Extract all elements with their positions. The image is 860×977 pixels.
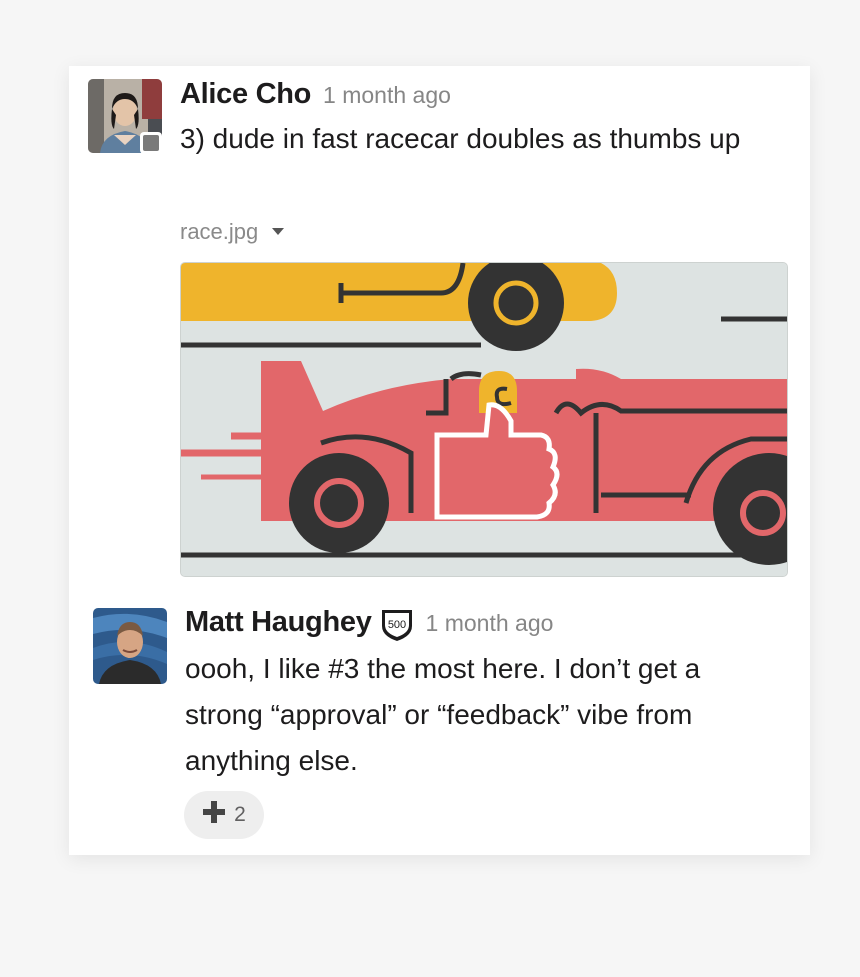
- author-name[interactable]: Alice Cho: [180, 78, 311, 110]
- presence-indicator-away: [140, 132, 162, 154]
- svg-text:500: 500: [387, 619, 405, 631]
- file-toggle[interactable]: race.jpg: [180, 219, 285, 245]
- reaction-button[interactable]: 2: [184, 791, 264, 839]
- heavy-plus-icon: [202, 800, 226, 830]
- message-text: 3) dude in fast racecar doubles as thumb…: [180, 123, 741, 154]
- reaction-count: 2: [234, 803, 246, 826]
- message-text: oooh, I like #3 the most here. I don’t g…: [185, 653, 701, 776]
- badge-500-icon: 500: [380, 608, 414, 647]
- timestamp[interactable]: 1 month ago: [426, 610, 554, 636]
- racecar-illustration: [181, 263, 787, 576]
- file-name: race.jpg: [180, 219, 259, 244]
- avatar-matt[interactable]: [93, 608, 167, 684]
- author-name[interactable]: Matt Haughey: [185, 606, 372, 638]
- timestamp[interactable]: 1 month ago: [323, 82, 451, 108]
- image-attachment[interactable]: [180, 262, 788, 577]
- message-list: Alice Cho 1 month ago 3) dude in fast rac…: [69, 66, 810, 855]
- chevron-down-icon: [272, 227, 285, 235]
